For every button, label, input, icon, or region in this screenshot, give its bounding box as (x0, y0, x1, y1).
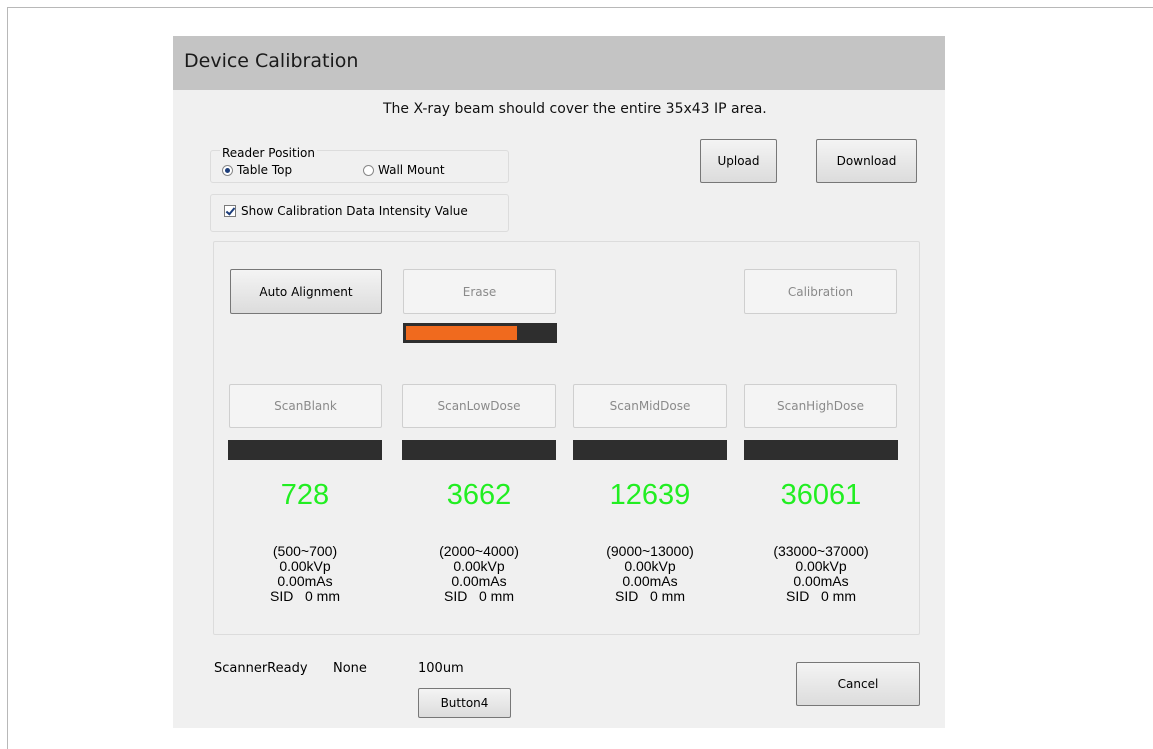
upload-button[interactable]: Upload (700, 139, 777, 183)
scan-blank-sid: SID 0 mm (269, 588, 340, 604)
scan-low-dose-sid: SID 0 mm (443, 588, 514, 604)
erase-progress-bar (403, 323, 557, 343)
scan-high-dose-kvp: 0.00kVp (795, 558, 847, 574)
radio-wall-mount[interactable]: Wall Mount (363, 163, 445, 177)
scan-high-dose-range: (33000~37000) (773, 543, 869, 559)
scan-blank-info: (500~700) 0.00kVp 0.00mAs SID 0 mm (228, 544, 382, 604)
scan-high-dose-button[interactable]: ScanHighDose (744, 384, 897, 428)
radio-table-top[interactable]: Table Top (222, 163, 292, 177)
scan-low-dose-mas: 0.00mAs (451, 573, 507, 589)
button4[interactable]: Button4 (418, 688, 511, 718)
scanner-status: ScannerReady (214, 661, 308, 676)
instruction-text: The X-ray beam should cover the entire 3… (383, 101, 767, 117)
scan-low-dose-progress-bar (402, 440, 556, 460)
reader-position-legend: Reader Position (220, 146, 318, 160)
auto-alignment-button[interactable]: Auto Alignment (230, 269, 382, 314)
device-calibration-dialog: Device Calibration The X-ray beam should… (173, 36, 945, 728)
resolution: 100um (418, 661, 464, 676)
erase-progress-fill (406, 326, 517, 340)
scan-mid-dose-button[interactable]: ScanMidDose (573, 384, 727, 428)
dialog-title: Device Calibration (184, 50, 359, 72)
radio-selected-icon (222, 164, 233, 176)
frame-top-border (7, 7, 1153, 8)
scan-blank-mas: 0.00mAs (277, 573, 333, 589)
scan-low-dose-kvp: 0.00kVp (453, 558, 505, 574)
radio-wall-mount-label: Wall Mount (378, 163, 445, 177)
scan-mid-dose-sid: SID 0 mm (614, 588, 685, 604)
scan-mid-dose-mas: 0.00mAs (622, 573, 678, 589)
scan-blank-range: (500~700) (272, 543, 338, 559)
erase-button[interactable]: Erase (403, 269, 556, 314)
download-button[interactable]: Download (816, 139, 917, 183)
scan-low-dose-info: (2000~4000) 0.00kVp 0.00mAs SID 0 mm (402, 544, 556, 604)
scan-blank-kvp: 0.00kVp (279, 558, 331, 574)
radio-table-top-label: Table Top (237, 163, 293, 177)
scan-mid-dose-kvp: 0.00kVp (624, 558, 676, 574)
scan-blank-progress-bar (228, 440, 382, 460)
scan-mid-dose-info: (9000~13000) 0.00kVp 0.00mAs SID 0 mm (573, 544, 727, 604)
scan-high-dose-mas: 0.00mAs (793, 573, 849, 589)
scan-high-dose-value: 36061 (780, 479, 862, 511)
scan-low-dose-value: 3662 (446, 479, 512, 511)
scan-high-dose-info: (33000~37000) 0.00kVp 0.00mAs SID 0 mm (744, 544, 898, 604)
cancel-button[interactable]: Cancel (796, 662, 920, 706)
scan-mid-dose-progress-bar (573, 440, 727, 460)
radio-unselected-icon (363, 164, 374, 176)
scan-blank-button[interactable]: ScanBlank (229, 384, 382, 428)
scan-low-dose-button[interactable]: ScanLowDose (402, 384, 556, 428)
show-intensity-checkbox[interactable]: Show Calibration Data Intensity Value (224, 204, 468, 218)
scan-blank-value: 728 (280, 479, 330, 511)
scan-mid-dose-value: 12639 (609, 479, 691, 511)
scan-low-dose-range: (2000~4000) (439, 543, 519, 559)
scan-high-dose-sid: SID 0 mm (785, 588, 856, 604)
show-intensity-label: Show Calibration Data Intensity Value (241, 204, 468, 218)
scan-high-dose-progress-bar (744, 440, 898, 460)
calibration-button[interactable]: Calibration (744, 269, 897, 314)
scan-mid-dose-range: (9000~13000) (606, 543, 694, 559)
scan-mode: None (333, 661, 367, 676)
frame-left-border (7, 7, 8, 749)
checkbox-checked-icon (224, 205, 236, 217)
title-bar: Device Calibration (173, 36, 945, 90)
